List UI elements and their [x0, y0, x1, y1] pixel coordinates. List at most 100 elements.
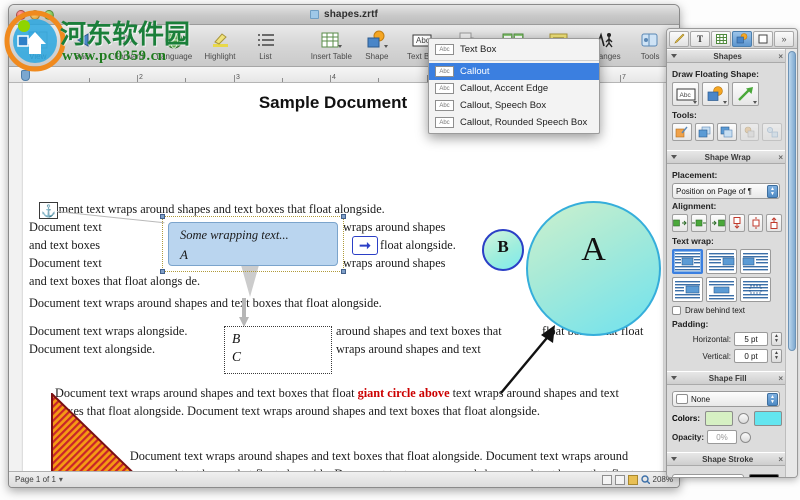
draw-textbox-button[interactable]: Abc	[672, 82, 699, 106]
menu-item-callout-rounded-speech-box[interactable]: Abc Callout, Rounded Speech Box	[429, 114, 599, 131]
resize-handle-se[interactable]	[341, 269, 346, 274]
page-indicator[interactable]: Page 1 of 1	[15, 475, 56, 484]
stroke-color-swatch[interactable]	[749, 474, 779, 477]
inspector-tab-square[interactable]	[753, 30, 773, 47]
shape-dropdown-menu[interactable]: Abc Text Box Abc Callout Abc Callout, Ac…	[428, 38, 600, 134]
document-canvas[interactable]: Sample Document cument text wraps around…	[9, 83, 679, 473]
striped-triangle-shape[interactable]	[51, 393, 189, 473]
menu-item-callout[interactable]: Abc Callout	[429, 63, 599, 80]
pane-close-icon[interactable]: ×	[778, 52, 783, 61]
stroke-style-select[interactable]: ▲▼	[672, 474, 744, 477]
align-top-button[interactable]	[729, 214, 745, 232]
padding-horizontal-field[interactable]: 5 pt	[734, 332, 768, 346]
window-controls[interactable]	[16, 10, 54, 20]
draw-behind-text-checkbox[interactable]	[672, 306, 681, 315]
circle-pointer-arrow	[500, 325, 555, 394]
align-right-button[interactable]	[710, 214, 726, 232]
opacity-field[interactable]: 0%	[707, 430, 738, 444]
send-backward-tool-button[interactable]	[717, 123, 737, 141]
chevron-down-icon[interactable]	[723, 101, 727, 104]
opacity-slider-knob[interactable]	[740, 431, 752, 443]
pane-close-icon[interactable]: ×	[778, 455, 783, 464]
resize-handle-ne[interactable]	[341, 214, 346, 219]
fill-color-end-swatch[interactable]	[754, 411, 782, 426]
placement-select[interactable]: Position on Page of ¶ ▲ ▼	[672, 183, 780, 199]
placement-stepper-icon[interactable]: ▲ ▼	[767, 185, 778, 198]
edit-shape-tool-button[interactable]	[672, 123, 692, 141]
inspector-tab-bar[interactable]: T »	[667, 29, 797, 49]
toolbar-item-view[interactable]: View	[15, 27, 61, 67]
align-bottom-button[interactable]	[766, 214, 783, 232]
view-mode-draft-button[interactable]	[614, 474, 625, 485]
fill-color-start-swatch[interactable]	[705, 411, 733, 426]
chevron-down-icon[interactable]	[753, 101, 757, 104]
text-wrap-option-right-only[interactable]	[740, 249, 771, 274]
inspector-tab-table[interactable]	[711, 30, 731, 47]
pane-header-shapes[interactable]: Shapes ×	[667, 49, 787, 63]
padding-horizontal-stepper[interactable]: ▲ ▼	[771, 332, 782, 346]
draw-behind-text-row[interactable]: Draw behind text	[672, 306, 782, 315]
close-window-button[interactable]	[16, 10, 26, 20]
align-left-button[interactable]	[672, 214, 688, 232]
pane-header-shape-wrap[interactable]: Shape Wrap ×	[667, 150, 787, 164]
inspector-tab-more[interactable]: »	[774, 30, 794, 47]
fill-type-stepper-icon[interactable]: ▲ ▼	[767, 393, 778, 406]
toolbar-item-highlight[interactable]: Highlight	[197, 27, 243, 67]
inspector-tab-text[interactable]: T	[690, 30, 710, 47]
document-page[interactable]: Sample Document cument text wraps around…	[23, 83, 663, 473]
view-mode-page-button[interactable]	[601, 474, 612, 485]
text-wrap-option-largest-side[interactable]	[672, 277, 703, 302]
menu-item-label: Text Box	[460, 44, 497, 55]
color-swap-icon[interactable]	[738, 413, 749, 424]
menu-item-callout-accent-edge[interactable]: Abc Callout, Accent Edge	[429, 80, 599, 97]
zoom-window-button[interactable]	[44, 10, 54, 20]
ruler-number: 4	[332, 74, 336, 81]
resize-handle-nw[interactable]	[160, 214, 165, 219]
pane-close-icon[interactable]: ×	[778, 374, 783, 383]
group-tool-button[interactable]	[739, 123, 760, 141]
stroke-style-stepper-icon[interactable]: ▲▼	[726, 476, 742, 477]
minimize-window-button[interactable]	[30, 10, 40, 20]
inspector-tab-pencil[interactable]	[669, 30, 689, 47]
ungroup-tool-button[interactable]	[762, 123, 782, 141]
text-wrap-option-through[interactable]	[740, 277, 771, 302]
toolbar-item-shape[interactable]: Shape	[354, 27, 400, 67]
wrap-right-only-icon	[742, 253, 768, 271]
chevron-down-icon[interactable]	[693, 101, 697, 104]
zoom-magnifier-icon[interactable]	[640, 475, 650, 484]
draw-line-button[interactable]	[732, 82, 759, 106]
toolbar-item-insert-table[interactable]: Insert Table	[309, 27, 355, 67]
doc-left-fragment: and text boxes that float alongs de.	[29, 274, 201, 288]
bring-forward-tool-button[interactable]	[694, 123, 715, 141]
doc-left-fragment: Document text	[29, 256, 102, 270]
text-wrap-option-above-below[interactable]	[706, 277, 737, 302]
inline-arrow-icon[interactable]: ➞	[352, 236, 378, 255]
ruler-indent-marker[interactable]	[21, 70, 30, 81]
align-center-horizontal-button[interactable]	[691, 214, 707, 232]
inspector-tab-shapes[interactable]	[732, 30, 752, 47]
pane-close-icon[interactable]: ×	[778, 153, 783, 162]
toolbar-item-list[interactable]: List	[243, 27, 289, 67]
pane-header-shape-fill[interactable]: Shape Fill ×	[667, 371, 787, 385]
pane-header-shape-stroke[interactable]: Shape Stroke ×	[667, 452, 787, 466]
page-indicator-caret[interactable]: ▾	[59, 475, 63, 484]
resize-handle-sw[interactable]	[160, 269, 165, 274]
anchor-icon[interactable]: ⚓	[39, 202, 58, 219]
callout-selection-frame[interactable]	[160, 214, 346, 274]
padding-vertical-stepper[interactable]: ▲ ▼	[771, 349, 782, 363]
document-proxy-icon[interactable]	[310, 10, 320, 19]
padding-vertical-field[interactable]: 0 pt	[734, 349, 768, 363]
inspector-scrollbar-thumb[interactable]	[788, 51, 796, 351]
view-mode-highlight-button[interactable]	[627, 474, 638, 485]
menu-item-callout-speech-box[interactable]: Abc Callout, Speech Box	[429, 97, 599, 114]
menu-item-text-box[interactable]: Abc Text Box	[429, 41, 599, 58]
align-middle-vertical-button[interactable]	[747, 214, 764, 232]
pane-body-shape-fill: None ▲ ▼ Colors: Opacity: 0%	[667, 385, 787, 452]
text-wrap-option-left-only[interactable]	[706, 249, 737, 274]
text-wrap-option-both-sides[interactable]	[672, 249, 703, 274]
bc-text-box[interactable]: B C	[224, 326, 332, 374]
inspector-scrollbar[interactable]	[785, 49, 797, 477]
draw-shape-button[interactable]	[702, 82, 729, 106]
table-icon	[319, 29, 343, 51]
fill-type-select[interactable]: None ▲ ▼	[672, 391, 780, 407]
